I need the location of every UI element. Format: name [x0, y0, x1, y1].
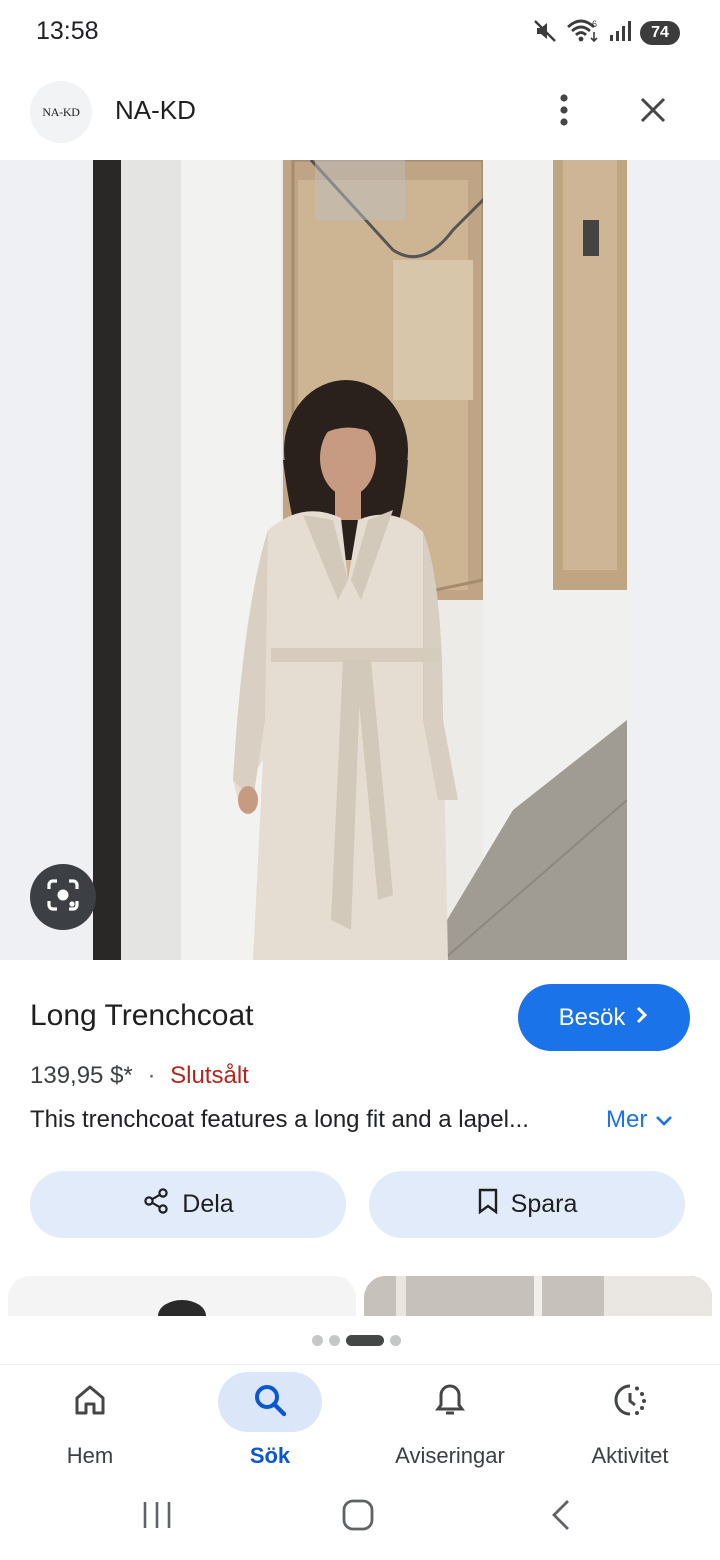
share-label: Dela [182, 1190, 234, 1218]
related-card[interactable] [8, 1276, 356, 1316]
share-icon [142, 1187, 170, 1222]
product-image[interactable] [93, 160, 627, 960]
source-logo[interactable]: NA-KD [30, 81, 92, 143]
lens-search-button[interactable] [30, 864, 96, 930]
chevron-down-icon [655, 1106, 673, 1134]
save-label: Spara [510, 1190, 578, 1218]
nav-notifications[interactable]: Aviseringar [360, 1372, 540, 1469]
more-vert-icon [559, 93, 569, 132]
price: 139,95 $* [30, 1062, 133, 1089]
activity-icon [612, 1382, 648, 1423]
nav-icon-wrap [38, 1372, 142, 1432]
save-button[interactable]: Spara [369, 1171, 685, 1238]
pager-dot[interactable] [329, 1334, 340, 1346]
lens-icon [45, 877, 81, 918]
more-label: Mer [606, 1106, 648, 1133]
search-icon [252, 1382, 288, 1423]
nav-label: Aktivitet [591, 1443, 669, 1468]
close-button[interactable] [632, 92, 674, 132]
home-button[interactable] [341, 1498, 375, 1537]
nav-icon-wrap [398, 1372, 502, 1432]
back-button[interactable] [546, 1498, 576, 1537]
product-title: Long Trenchcoat [30, 999, 254, 1032]
nav-icon-wrap [218, 1372, 322, 1432]
signal-icon [608, 19, 632, 48]
price-line: 139,95 $* · Slutsålt [30, 1062, 249, 1090]
svg-text:6: 6 [592, 19, 597, 29]
nav-search[interactable]: Sök [180, 1372, 360, 1469]
close-icon [639, 96, 667, 129]
product-description: This trenchcoat features a long fit and … [30, 1106, 529, 1133]
carousel-pager [312, 1333, 401, 1347]
header [0, 66, 720, 160]
nav-activity[interactable]: Aktivitet [540, 1372, 720, 1469]
stock-status: Slutsålt [170, 1062, 249, 1089]
nav-label: Hem [66, 1443, 114, 1468]
separator: · [147, 1062, 156, 1089]
mute-icon [532, 18, 558, 49]
visit-button[interactable]: Besök [518, 984, 690, 1051]
nav-label: Sök [249, 1443, 291, 1468]
bell-icon [434, 1382, 466, 1423]
visit-label: Besök [558, 1003, 626, 1031]
wifi-icon: 6 [566, 17, 600, 50]
status-time: 13:58 [36, 17, 99, 45]
system-nav-bar [0, 1480, 720, 1560]
more-options-button[interactable] [547, 92, 581, 132]
source-name[interactable]: NA-KD [115, 95, 196, 126]
battery-icon: 74 [640, 21, 680, 45]
nav-home[interactable]: Hem [0, 1372, 180, 1469]
share-button[interactable]: Dela [30, 1171, 346, 1238]
chevron-right-icon [635, 1004, 649, 1032]
home-icon [73, 1383, 107, 1422]
bookmark-icon [477, 1187, 499, 1222]
nav-icon-wrap [578, 1372, 682, 1432]
pager-dot[interactable] [390, 1334, 401, 1346]
related-card[interactable] [364, 1276, 712, 1316]
pager-dot-active[interactable] [346, 1334, 384, 1346]
logo-text: NA-KD [42, 104, 80, 119]
recent-apps-button[interactable] [140, 1498, 174, 1537]
more-link[interactable]: Mer [606, 1106, 673, 1134]
nav-label: Aviseringar [395, 1443, 505, 1468]
status-icons: 6 74 [532, 18, 680, 48]
status-bar: 13:58 6 74 [0, 0, 720, 66]
pager-dot[interactable] [312, 1334, 323, 1346]
